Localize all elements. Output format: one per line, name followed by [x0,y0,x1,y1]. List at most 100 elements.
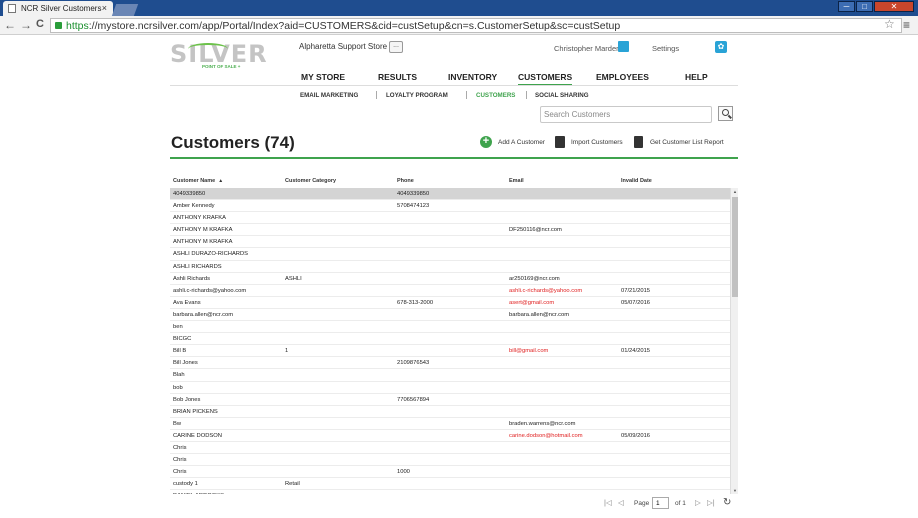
cell-name: barbara.allen@ncr.com [173,311,234,318]
nav-my-store[interactable]: MY STORE [301,72,345,82]
column-header-name[interactable]: Customer Name ▲ [173,178,223,184]
cell-name: Chris [173,444,187,451]
report-icon[interactable] [634,136,643,148]
table-row[interactable]: CARINE DODSON carine.dodson@hotmail.com 05… [170,430,730,442]
logo-subtitle: POINT OF SALE + [202,64,241,69]
nav-help[interactable]: HELP [685,72,708,82]
scroll-up-icon[interactable]: ▲ [731,189,739,194]
table-row[interactable]: Ava Evans 678-313-2000 asert@gmail.com 05/0… [170,297,730,309]
subnav-customers[interactable]: CUSTOMERS [476,92,515,99]
nav-inventory[interactable]: INVENTORY [448,72,497,82]
table-row[interactable]: Ashli Richards ASHLI ar250169@ncr.com [170,273,730,285]
table-row[interactable]: BICGC [170,333,730,346]
back-button[interactable]: ← [4,18,16,32]
table-scrollbar[interactable]: ▲ ▼ [730,188,738,494]
sort-asc-icon[interactable]: ▲ [218,178,223,184]
add-customer-icon[interactable]: + [480,136,492,148]
subnav-email-marketing[interactable]: EMAIL MARKETING [300,92,358,99]
table-row[interactable]: 4049339850 4049339850 [170,188,730,201]
browser-tab[interactable]: NCR Silver Customers × [3,1,113,16]
title-divider [170,157,738,159]
table-row[interactable]: ANTHONY KRAFKA [170,212,730,225]
table-row[interactable]: custody 1 Retail [170,478,730,491]
table-row[interactable]: ASHLI DURAZO-RICHARDS [170,248,730,261]
cell-name: Bill B [173,348,187,355]
tab-close-icon[interactable]: × [102,3,107,13]
first-page-button[interactable]: |◁ [604,498,612,507]
store-picker-button[interactable]: ... [389,41,403,53]
table-row[interactable]: Amber Kennedy 5708474123 [170,200,730,213]
subnav-separator [376,91,377,99]
cell-name: ASHLI RICHARDS [173,263,222,270]
last-page-button[interactable]: ▷| [707,498,715,507]
column-header-email[interactable]: Email [509,178,524,184]
table-row[interactable]: DANIEL ARDOOKS [170,490,730,494]
page-count: of 1 [675,500,686,507]
table-row[interactable]: Chris 1000 [170,466,730,479]
table-row[interactable]: ashli.c-richards@yahoo.com ashli.c-richar… [170,285,730,297]
url-scheme: https [66,20,89,32]
page-label: Page [634,500,650,507]
user-icon[interactable] [618,41,629,52]
table-row[interactable]: Bill B 1 bill@gmail.com 01/24/2015 [170,345,730,358]
forward-button[interactable]: → [20,18,32,32]
table-row[interactable]: Bob Jones 7706567894 [170,394,730,406]
user-name[interactable]: Christopher Marder [554,44,619,53]
scroll-thumb[interactable] [732,197,738,297]
minimize-button[interactable]: ─ [838,1,855,12]
cell-name: DANIEL ARDOOKS [173,493,224,494]
maximize-button[interactable]: □ [856,1,873,12]
lock-icon [55,22,62,29]
silver-logo[interactable]: SILVER POINT OF SALE + [170,40,267,70]
cell-invalid: 05/07/2016 [621,299,651,306]
table-row[interactable]: Bill Jones 2109876543 [170,357,730,370]
table-row[interactable]: Bw braden.warrens@ncr.com [170,418,730,430]
cell-email: braden.warrens@ncr.com [509,420,576,427]
refresh-icon[interactable]: ↻ [723,497,731,508]
table-row[interactable]: ANTHONY M KRAFKA DF250116@ncr.com [170,224,730,237]
table-row[interactable]: bob [170,382,730,394]
table-row[interactable]: BRIAN PICKENS [170,406,730,418]
next-page-button[interactable]: ▷ [695,498,701,507]
nav-employees[interactable]: EMPLOYEES [596,72,649,82]
cell-email: barbara.allen@ncr.com [509,311,570,318]
table-row[interactable]: Chris [170,442,730,455]
customer-report-button[interactable]: Get Customer List Report [650,139,724,146]
store-name: Alpharetta Support Store [299,42,388,51]
nav-customers[interactable]: CUSTOMERS [518,72,573,86]
column-header-invalid-date[interactable]: Invalid Date [621,178,652,184]
cell-name: 4049339850 [173,191,206,197]
table-row[interactable]: Chris [170,454,730,467]
table-row[interactable]: Blah [170,369,730,382]
subnav-social-sharing[interactable]: SOCIAL SHARING [535,92,589,99]
page-number-input[interactable] [652,497,669,509]
browser-menu-icon[interactable]: ≡ [903,18,910,32]
search-input[interactable] [540,106,712,123]
settings-link[interactable]: Settings [652,44,679,53]
nav-results[interactable]: RESULTS [378,72,417,82]
table-row[interactable]: ASHLI RICHARDS [170,261,730,273]
import-icon[interactable] [555,136,565,148]
cell-email: DF250116@ncr.com [509,227,562,234]
close-window-button[interactable]: ✕ [874,1,914,12]
import-customers-button[interactable]: Import Customers [571,139,623,146]
new-tab-button[interactable] [111,4,139,16]
column-header-category[interactable]: Customer Category [285,178,336,184]
reload-button[interactable]: C [36,18,44,30]
subnav-loyalty-program[interactable]: LOYALTY PROGRAM [386,92,448,99]
cell-name: Ava Evans [173,299,201,306]
table-row[interactable]: barbara.allen@ncr.com barbara.allen@ncr.c… [170,309,730,322]
cell-invalid: 07/21/2015 [621,287,651,294]
table-row[interactable]: ben [170,321,730,334]
column-header-phone[interactable]: Phone [397,178,414,184]
prev-page-button[interactable]: ◁ [618,498,624,507]
bookmark-star-icon[interactable]: ☆ [884,17,895,31]
table-row[interactable]: ANTHONY M KRAFKA [170,236,730,249]
search-button[interactable] [718,106,733,121]
scroll-down-icon[interactable]: ▼ [731,488,739,493]
cell-email: ar250169@ncr.com [509,275,560,282]
header-divider [170,85,738,86]
add-customer-button[interactable]: Add A Customer [498,139,545,146]
address-bar[interactable]: https://mystore.ncrsilver.com/app/Portal… [50,18,902,33]
gear-icon[interactable]: ✿ [715,41,727,53]
